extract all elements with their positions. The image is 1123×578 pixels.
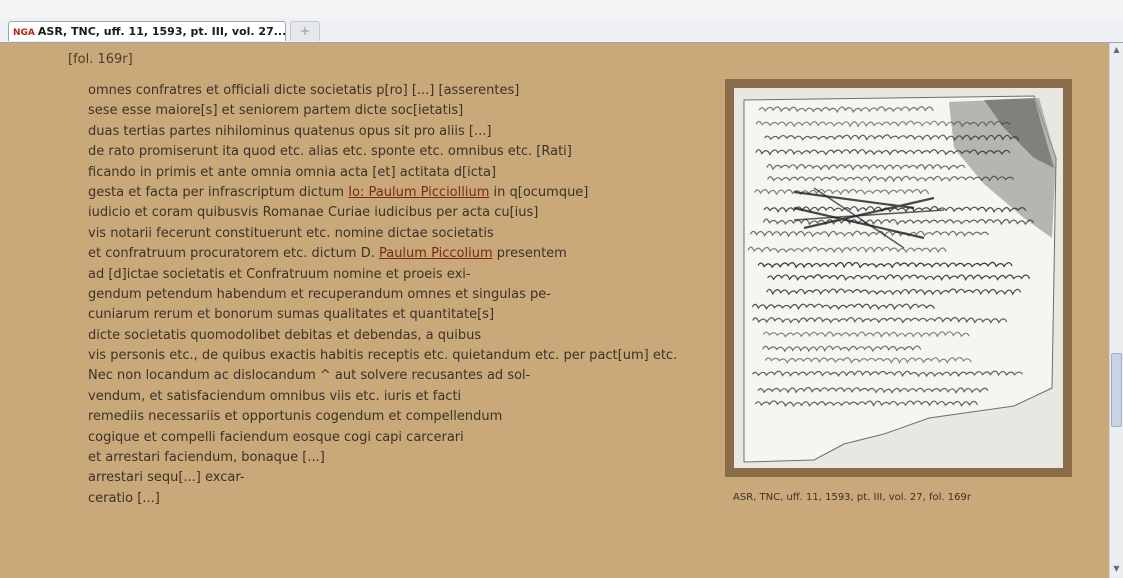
transcription-line: Nec non locandum ac dislocandum ^ aut so… <box>88 368 531 384</box>
transcription-line: dicte societatis quomodolibet debitas et… <box>88 327 482 343</box>
transcription-line: et confratruum procuratorem etc. dictum … <box>88 246 567 262</box>
transcription-line: vendum, et satisfaciendum omnibus viis e… <box>88 388 462 404</box>
transcription-line: gendum petendum habendum et recuperandum… <box>88 286 551 302</box>
scroll-thumb[interactable] <box>1111 353 1122 427</box>
tab-document[interactable]: NGA ASR, TNC, uff. 11, 1593, pt. III, vol… <box>8 21 286 41</box>
transcription-lines: omnes confratres et officiali dicte soci… <box>88 81 677 509</box>
transcription-line: cuniarum rerum et bonorum sumas qualitat… <box>88 307 495 323</box>
transcription-line: sese esse maiore[s] et seniorem partem d… <box>88 103 464 119</box>
transcription-line: vis personis etc., de quibus exactis hab… <box>88 348 678 364</box>
scroll-up-arrow[interactable]: ▲ <box>1111 43 1122 57</box>
manuscript-page-icon <box>734 88 1063 468</box>
transcription-line: ceratio [...] <box>88 490 160 506</box>
document-viewer: [fol. 169r] omnes confratres et official… <box>0 43 1109 578</box>
transcription-line: remediis necessariis et opportunis cogen… <box>88 409 503 425</box>
tab-title: ASR, TNC, uff. 11, 1593, pt. III, vol. 2… <box>37 25 286 38</box>
transcription-line: ad [d]ictae societatis et Confratruum no… <box>88 266 471 282</box>
vertical-scrollbar[interactable]: ▲ ▼ <box>1109 43 1123 578</box>
transcription-line: iudicio et coram quibusvis Romanae Curia… <box>88 205 539 221</box>
tab-site-badge: NGA <box>13 28 35 38</box>
transcription-line: vis notarii fecerunt constituerunt etc. … <box>88 225 494 241</box>
tab-bar: NGA ASR, TNC, uff. 11, 1593, pt. III, vol… <box>0 18 1123 43</box>
manuscript-image-frame[interactable] <box>725 79 1072 477</box>
transcription-line: de rato promiserunt ita quod etc. alias … <box>88 144 572 160</box>
transcription-line: ficando in primis et ante omnia omnia ac… <box>88 164 497 180</box>
browser-top-strip <box>0 0 1123 19</box>
image-caption: ASR, TNC, uff. 11, 1593, pt. III, vol. 2… <box>733 492 971 503</box>
transcription-line: gesta et facta per infrascriptum dictum … <box>88 184 589 200</box>
transcription-line: duas tertias partes nihilominus quatenus… <box>88 123 492 139</box>
transcription-line: omnes confratres et officiali dicte soci… <box>88 83 520 98</box>
person-name-link[interactable]: Io: Paulum Picciollium <box>348 185 489 200</box>
manuscript-scan-image[interactable] <box>734 88 1063 468</box>
transcription-line: cogique et compelli faciendum eosque cog… <box>88 429 464 445</box>
transcription-line: et arrestari faciendum, bonaque [...] <box>88 450 325 466</box>
transcription-line: arrestari sequ[...] excar- <box>88 470 245 486</box>
new-tab-button[interactable]: + <box>290 21 320 41</box>
folio-label: [fol. 169r] <box>68 52 133 67</box>
person-name-link[interactable]: Paulum Piccolium <box>379 246 493 261</box>
scroll-down-arrow[interactable]: ▼ <box>1111 562 1122 576</box>
